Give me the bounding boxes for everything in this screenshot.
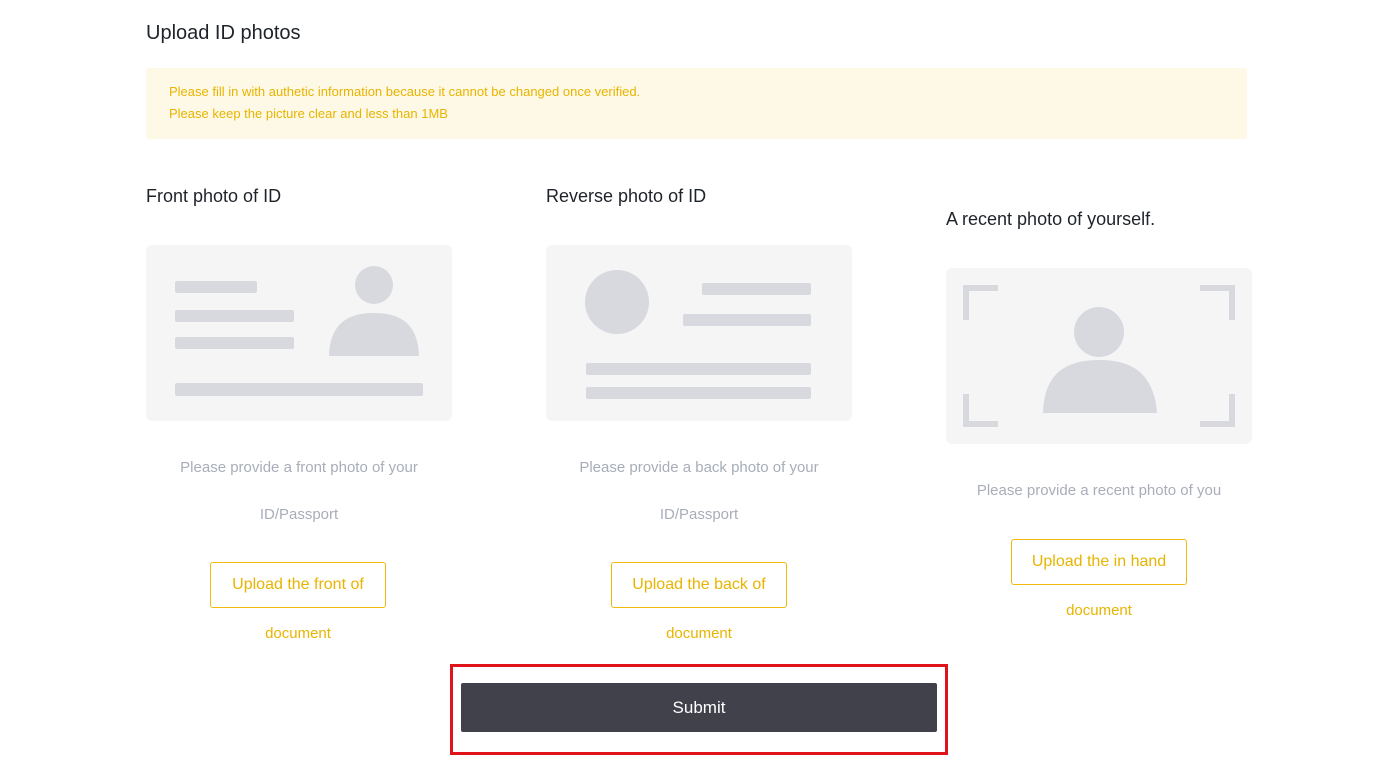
upload-back-button[interactable]: Upload the back of (611, 562, 787, 608)
id-card-front-icon (175, 266, 423, 396)
upload-front-button[interactable]: Upload the front of (210, 562, 386, 608)
back-photo-title: Reverse photo of ID (546, 186, 707, 206)
front-photo-title: Front photo of ID (146, 186, 282, 206)
back-id-placeholder[interactable] (546, 245, 852, 421)
notice-line-authentic: Please fill in with authetic information… (169, 84, 641, 99)
id-card-back-icon (585, 270, 811, 399)
selfie-photo-section: A recent photo of yourself. Please provi… (946, 209, 1252, 629)
selfie-placeholder[interactable] (946, 268, 1252, 444)
back-photo-section: Reverse photo of ID Please provide a bac… (546, 186, 852, 646)
selfie-photo-title: A recent photo of yourself. (946, 209, 1156, 229)
upload-front-tail[interactable]: document (210, 625, 386, 642)
upload-selfie-tail[interactable]: document (1011, 602, 1187, 619)
notice-line-size: Please keep the picture clear and less t… (169, 106, 448, 121)
selfie-photo-desc: Please provide a recent photo of you (976, 482, 1222, 499)
upload-selfie-button[interactable]: Upload the in hand (1011, 539, 1187, 585)
submit-button[interactable]: Submit (461, 683, 937, 732)
info-notice: Please fill in with authetic information… (146, 68, 1247, 139)
front-id-placeholder[interactable] (146, 245, 452, 421)
page-title: Upload ID photos (146, 22, 301, 44)
front-photo-section: Front photo of ID Please provide a front… (146, 186, 452, 646)
back-photo-desc-line1: Please provide a back photo of your (579, 459, 819, 476)
upload-back-tail[interactable]: document (611, 625, 787, 642)
back-photo-desc-line2: ID/Passport (659, 506, 739, 523)
front-photo-desc-line1: Please provide a front photo of your (180, 459, 418, 476)
front-photo-desc-line2: ID/Passport (259, 506, 339, 523)
selfie-frame-icon (963, 285, 1235, 427)
